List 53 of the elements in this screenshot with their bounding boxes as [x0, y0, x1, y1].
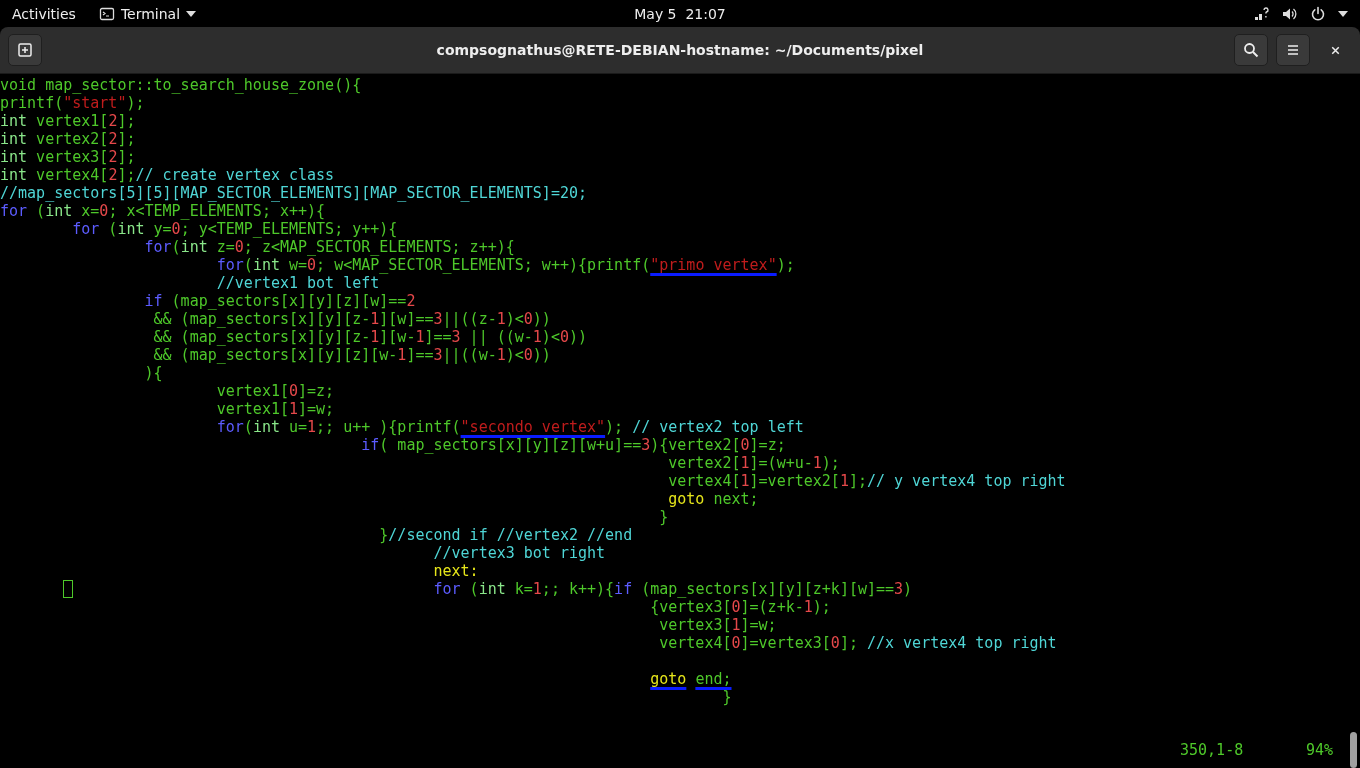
code-line: goto next;: [667, 490, 759, 508]
code-line: int vertex1[2];: [0, 112, 136, 130]
code-line: for(int z=0; z<MAP_SECTOR_ELEMENTS; z++){: [143, 238, 515, 256]
search-button[interactable]: [1234, 34, 1268, 66]
code-line: int vertex4[2];// create vertex class: [0, 166, 335, 184]
code-line: vertex1[1]=w;: [215, 400, 335, 418]
code-line: if( map_sectors[x][y][z][w+u]==3){vertex2[0]=z;: [360, 436, 786, 454]
app-menu[interactable]: Terminal: [98, 5, 197, 22]
plus-square-icon: [17, 42, 33, 58]
code-line: && (map_sectors[x][y][z-1][w-1]==3 || ((w-1)<0)): [152, 328, 587, 346]
code-line: for (int x=0; x<TEMP_ELEMENTS; x++){: [0, 202, 326, 220]
code-line: && (map_sectors[x][y][z][w-1]==3||((w-1)<0)): [152, 346, 551, 364]
code-line: if (map_sectors[x][y][z][w]==2: [143, 292, 416, 310]
code-line: //vertex3 bot right: [432, 544, 606, 562]
power-icon[interactable]: [1310, 5, 1326, 22]
code-line: vertex4[0]=vertex3[0]; //x vertex4 top right: [658, 634, 1057, 652]
menu-icon: [1285, 42, 1301, 58]
code-line: }: [658, 508, 669, 526]
code-line: //map_sectors[5][5][MAP_SECTOR_ELEMENTS][MAP_SECTOR_ELEMENTS]=20;: [0, 184, 587, 202]
caret-icon[interactable]: [1338, 10, 1348, 17]
code-line: void map_sector::to_search_house_zone(){: [0, 76, 362, 94]
code-line: for(int w=0; w<MAP_SECTOR_ELEMENTS; w++){printf("primo vertex");: [215, 256, 795, 274]
code-line: }: [721, 688, 732, 706]
code-line: vertex2[1]=(w+u-1);: [667, 454, 840, 472]
code-line: printf("start");: [0, 94, 145, 112]
code-line: int vertex2[2];: [0, 130, 136, 148]
code-line: vertex3[1]=w;: [658, 616, 777, 634]
code-line: for(int u=1;; u++ ){printf("secondo vertex"); // vertex2 top left: [215, 418, 804, 436]
code-line: goto end;: [649, 670, 732, 688]
code-line: ){: [143, 364, 163, 382]
code-line: vertex1[0]=z;: [215, 382, 335, 400]
code-line: for (int y=0; y<TEMP_ELEMENTS; y++){: [71, 220, 398, 238]
code-line: && (map_sectors[x][y][z-1][w]==3||((z-1)<0)): [152, 310, 551, 328]
network-icon[interactable]: [1254, 5, 1270, 22]
code-line: for (int k=1;; k++){if (map_sectors[x][y][z+k][w]==3): [0, 580, 913, 598]
scroll-percentage: 94%: [1306, 741, 1334, 759]
terminal-icon: [98, 5, 115, 22]
menu-button[interactable]: [1276, 34, 1310, 66]
code-line: int vertex3[2];: [0, 148, 136, 166]
scrollbar-thumb[interactable]: [1350, 732, 1357, 768]
cursor-position: 350,1-8: [1180, 741, 1245, 759]
code-line: //vertex1 bot left: [215, 274, 380, 292]
code-line: {vertex3[0]=(z+k-1);: [649, 598, 831, 616]
window-title: compsognathus@RETE-DEBIAN-hostname: ~/Documents/pixel: [436, 42, 924, 58]
search-icon: [1243, 42, 1259, 58]
activities-button[interactable]: Activities: [12, 5, 76, 22]
new-tab-button[interactable]: [8, 34, 42, 66]
code-line: next:: [432, 562, 479, 580]
app-name[interactable]: Terminal: [120, 5, 181, 22]
code-line: vertex4[1]=vertex2[1];// y vertex4 top right: [667, 472, 1066, 490]
clock[interactable]: May 5 21:07: [634, 5, 726, 22]
caret-icon: [186, 10, 197, 17]
code-line: }//second if //vertex2 //end: [378, 526, 633, 544]
